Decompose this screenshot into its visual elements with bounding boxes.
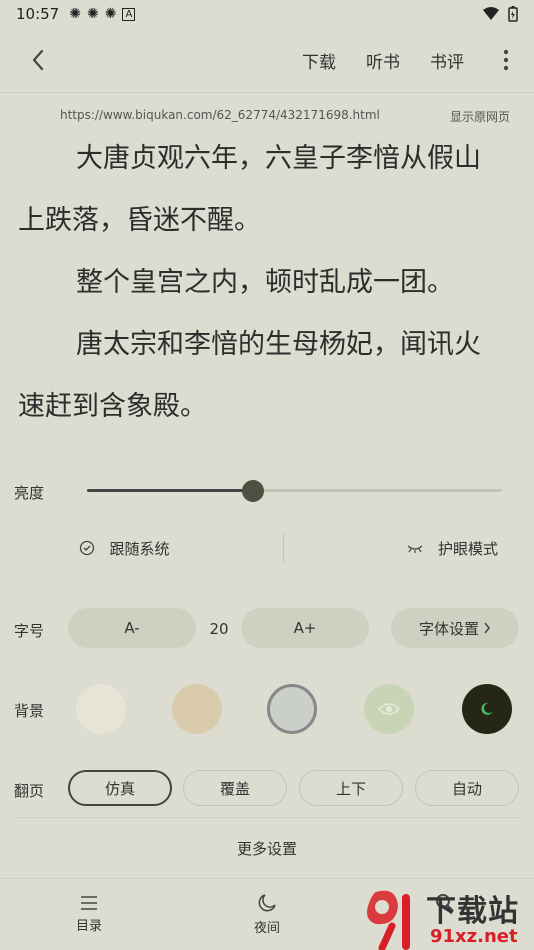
show-original-link[interactable]: 显示原网页	[450, 108, 510, 125]
page-turn-scroll-button[interactable]: 上下	[299, 770, 403, 806]
background-swatch-eye-care[interactable]	[364, 684, 414, 734]
eye-care-label: 护眼模式	[437, 539, 498, 558]
watermark-text: 下载站	[426, 894, 519, 929]
chapter-content: 大唐贞观六年，六皇子李愔从假山上跌落，昏迷不醒。 整个皇宫之内，顿时乱成一团。 …	[18, 128, 498, 438]
moon-icon	[481, 702, 493, 715]
battery-icon	[508, 6, 518, 22]
notification-app-icon: ✺	[86, 6, 99, 22]
page-turn-auto-button[interactable]: 自动	[415, 770, 519, 806]
divider	[0, 92, 534, 93]
notification-a-icon: A	[122, 7, 136, 21]
nav-night-mode[interactable]: 夜间	[178, 879, 356, 950]
paragraph: 大唐贞观六年，六皇子李愔从假山上跌落，昏迷不醒。	[18, 143, 481, 236]
status-bar: 10:57 ✺ ✺ ✺ A	[0, 0, 534, 28]
listen-button[interactable]: 听书	[366, 48, 400, 73]
background-swatch-cream[interactable]	[76, 684, 126, 734]
review-button[interactable]: 书评	[430, 48, 464, 73]
chevron-left-icon	[32, 49, 44, 71]
paragraph: 整个皇宫之内，顿时乱成一团。	[76, 267, 454, 298]
background-swatch-tan[interactable]	[172, 684, 222, 734]
font-increase-button[interactable]: A+	[241, 608, 369, 648]
font-settings-button[interactable]: 字体设置	[391, 608, 519, 648]
font-size-value: 20	[209, 620, 229, 638]
font-settings-label: 字体设置	[418, 619, 479, 638]
more-vertical-icon	[503, 49, 509, 71]
nav-night-label: 夜间	[253, 921, 280, 936]
eye-care-toggle[interactable]: 护眼模式	[249, 530, 534, 566]
nav-table-of-contents[interactable]: 目录	[0, 879, 178, 950]
reader-toolbar: 下载 听书 书评	[0, 36, 534, 84]
notification-app-icon: ✺	[69, 6, 81, 22]
brightness-slider-thumb[interactable]	[242, 480, 264, 502]
chevron-right-icon	[484, 622, 490, 634]
site-watermark: 下载站 91xz.net	[362, 886, 534, 950]
source-url: https://www.biqukan.com/62_62774/4321716…	[60, 108, 380, 122]
watermark-domain: 91xz.net	[430, 926, 518, 947]
page-turn-simulation-button[interactable]: 仿真	[68, 770, 172, 806]
moon-icon	[258, 894, 276, 912]
eye-icon	[378, 703, 400, 715]
download-button[interactable]: 下载	[302, 48, 336, 73]
brightness-slider-fill	[87, 489, 253, 492]
background-label: 背景	[14, 702, 45, 720]
notification-icons: ✺ ✺ ✺ A	[69, 6, 136, 22]
check-circle-icon	[80, 540, 95, 556]
brightness-mode-row: 跟随系统 护眼模式	[0, 530, 534, 566]
divider	[14, 817, 520, 818]
follow-system-label: 跟随系统	[109, 539, 170, 558]
font-size-label: 字号	[14, 622, 45, 640]
wifi-icon	[483, 7, 499, 20]
status-time: 10:57	[16, 5, 60, 23]
nav-toc-label: 目录	[75, 919, 102, 934]
closed-eye-icon	[407, 545, 423, 553]
divider	[283, 533, 284, 563]
page-turn-label: 翻页	[14, 782, 45, 800]
follow-system-toggle[interactable]: 跟随系统	[0, 530, 249, 566]
background-swatch-gray-selected[interactable]	[267, 684, 317, 734]
page-turn-cover-button[interactable]: 覆盖	[183, 770, 287, 806]
notification-app-icon: ✺	[104, 6, 117, 22]
background-swatch-night[interactable]	[462, 684, 512, 734]
back-button[interactable]	[16, 38, 60, 82]
brightness-label: 亮度	[14, 484, 45, 502]
menu-icon	[81, 896, 97, 910]
more-settings-button[interactable]: 更多设置	[0, 838, 534, 859]
more-menu-button[interactable]	[494, 49, 518, 71]
source-row: https://www.biqukan.com/62_62774/4321716…	[60, 108, 510, 125]
watermark-logo-icon	[367, 890, 410, 950]
font-decrease-button[interactable]: A-	[68, 608, 196, 648]
system-icons	[482, 6, 518, 22]
paragraph: 唐太宗和李愔的生母杨妃，闻讯火速赶到含象殿。	[18, 329, 481, 422]
